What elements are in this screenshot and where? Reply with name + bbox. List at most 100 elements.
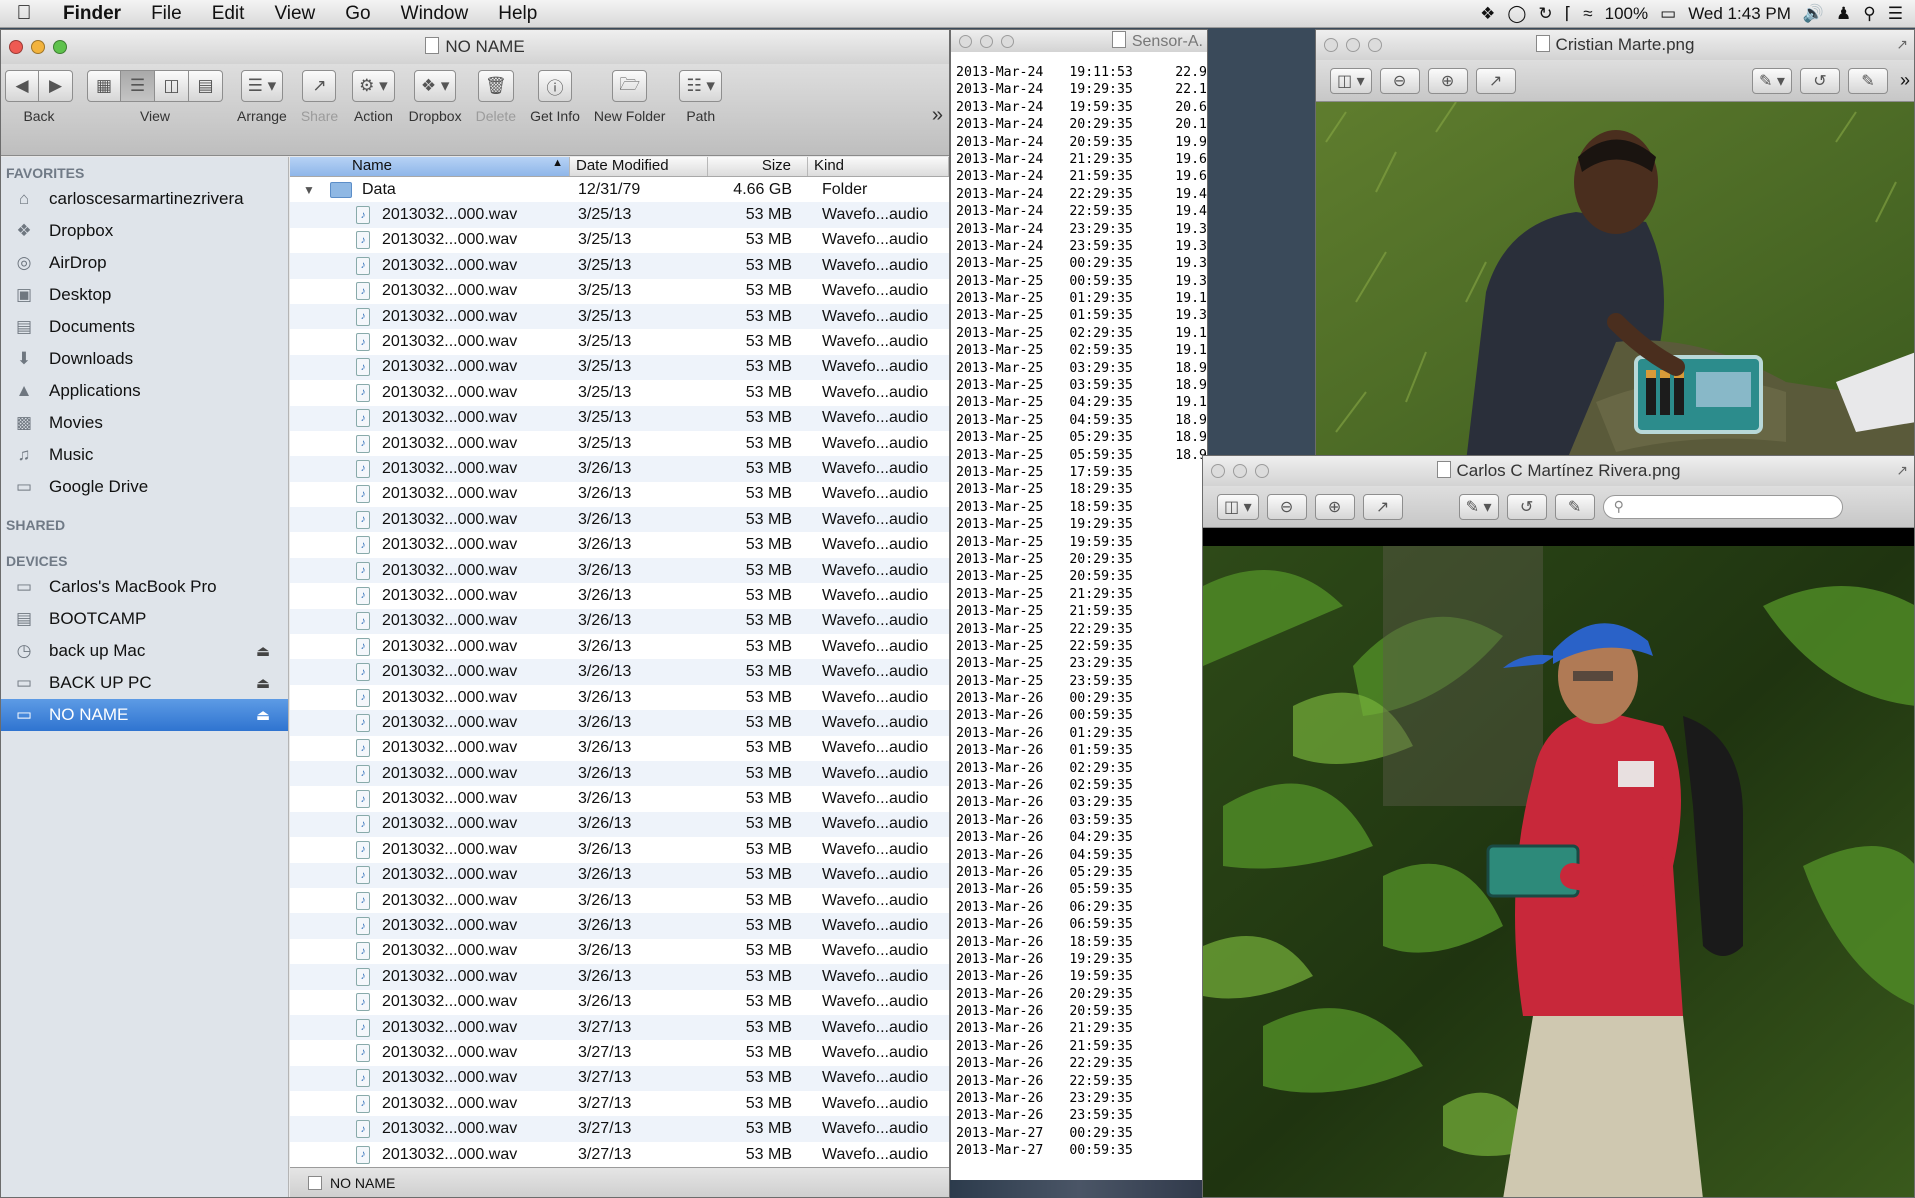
share-button[interactable]: ↗ [1475,67,1516,94]
menu-help[interactable]: Help [483,3,552,25]
dropbox-status-icon[interactable]: ❖ [1480,4,1495,24]
table-row[interactable]: ♪ 2013032...000.wav 3/26/13 53 MB Wavefo...a… [290,482,949,507]
menu-window[interactable]: Window [386,3,484,25]
menu-view[interactable]: View [259,3,330,25]
back-button[interactable]: ◀ [5,70,39,102]
column-header-size[interactable]: Size [708,157,808,176]
preview-titlebar[interactable]: Carlos C Martínez Rivera.png ↗ [1203,456,1914,486]
table-row[interactable]: ♪ 2013032...000.wav 3/26/13 53 MB Wavefo...a… [290,736,949,761]
column-header-kind[interactable]: Kind [808,157,949,176]
table-row[interactable]: ♪ 2013032...000.wav 3/27/13 53 MB Wavefo...a… [290,1091,949,1116]
list-view-button[interactable]: ☰ [121,70,155,102]
new-folder-button[interactable]: 🗁 [612,70,648,102]
apple-menu-icon[interactable]:  [0,2,48,25]
sidebar-item-downloads[interactable]: ⬇ Downloads [1,343,288,375]
menu-edit[interactable]: Edit [197,3,260,25]
coverflow-view-button[interactable]: ▤ [189,70,223,102]
zoom-out-button[interactable]: ⊖ [1266,493,1307,520]
sidebar-item-documents[interactable]: ▤ Documents [1,311,288,343]
minimize-button[interactable] [31,40,45,54]
forward-button[interactable]: ▶ [39,70,73,102]
table-row[interactable]: ♪ 2013032...000.wav 3/26/13 53 MB Wavefo...a… [290,811,949,838]
table-row[interactable]: ♪ 2013032...000.wav 3/26/13 53 MB Wavefo...a… [290,888,949,913]
column-header-name[interactable]: Name ▲ [290,157,570,176]
minimize-button[interactable] [1233,464,1247,478]
menu-go[interactable]: Go [330,3,385,25]
sensor-log-text[interactable]: 2013-Mar-24 19:11:53 22.9 2013-Mar-24 19:29:… [956,64,1207,1160]
table-row[interactable]: ♪ 2013032...000.wav 3/26/13 53 MB Wavefo...a… [290,990,949,1015]
edit-button[interactable]: ✎ [1847,67,1888,94]
table-row[interactable]: ♪ 2013032...000.wav 3/26/13 53 MB Wavefo...a… [290,557,949,584]
table-row[interactable]: ♪ 2013032...000.wav 3/26/13 53 MB Wavefo...a… [290,685,949,710]
fullscreen-icon[interactable]: ↗ [1896,462,1908,479]
table-row[interactable]: ♪ 2013032...000.wav 3/26/13 53 MB Wavefo...a… [290,532,949,557]
disclosure-triangle-icon[interactable]: ▼ [300,183,318,197]
minimize-button[interactable] [1346,38,1360,52]
table-row[interactable]: ♪ 2013032...000.wav 3/26/13 53 MB Wavefo...a… [290,659,949,685]
table-row[interactable]: ♪ 2013032...000.wav 3/25/13 53 MB Wavefo...a… [290,431,949,456]
action-button[interactable]: ⚙ ▾ [352,70,395,102]
sidebar-item-airdrop[interactable]: ◎ AirDrop [1,247,288,279]
table-row[interactable]: ♪ 2013032...000.wav 3/27/13 53 MB Wavefo...a… [290,1065,949,1092]
delete-button[interactable]: 🗑 [478,70,514,102]
table-row[interactable]: ♪ 2013032...000.wav 3/27/13 53 MB Wavefo...a… [290,1116,949,1142]
edit-button[interactable]: ✎ [1554,493,1595,520]
table-row[interactable]: ♪ 2013032...000.wav 3/25/13 53 MB Wavefo...a… [290,405,949,431]
icon-view-button[interactable]: ▦ [87,70,121,102]
get-info-button[interactable]: ⓘ [537,70,572,102]
table-row[interactable]: ♪ 2013032...000.wav 3/27/13 53 MB Wavefo...a… [290,1142,949,1167]
table-row[interactable]: ♪ 2013032...000.wav 3/26/13 53 MB Wavefo...a… [290,760,949,787]
search-field[interactable]: ⚲ [1602,494,1843,519]
table-row[interactable]: ♪ 2013032...000.wav 3/26/13 53 MB Wavefo...a… [290,710,949,736]
close-button[interactable] [1324,38,1338,52]
sidebar-item-macbook-pro[interactable]: ▭ Carlos's MacBook Pro [1,571,288,603]
folder-row[interactable]: ▼ Data 12/31/79 4.66 GB Folder [290,177,949,202]
dropbox-button[interactable]: ❖ ▾ [413,70,457,102]
sidebar-item-desktop[interactable]: ▣ Desktop [1,279,288,311]
close-button[interactable] [9,40,23,54]
column-view-button[interactable]: ◫ [155,70,189,102]
zoom-button[interactable] [1368,38,1382,52]
zoom-out-button[interactable]: ⊖ [1379,67,1420,94]
table-row[interactable]: ♪ 2013032...000.wav 3/26/13 53 MB Wavefo...a… [290,913,949,939]
battery-percent[interactable]: 100% [1605,4,1648,24]
fullscreen-icon[interactable]: ↗ [1896,36,1908,53]
table-row[interactable]: ♪ 2013032...000.wav 3/26/13 53 MB Wavefo...a… [290,634,949,659]
table-row[interactable]: ♪ 2013032...000.wav 3/25/13 53 MB Wavefo...a… [290,354,949,381]
sidebar-toggle-button[interactable]: ◫ ▾ [1217,493,1259,520]
menu-app-finder[interactable]: Finder [48,3,136,25]
sync-status-icon[interactable]: ◯ [1507,4,1526,24]
table-row[interactable]: ♪ 2013032...000.wav 3/27/13 53 MB Wavefo...a… [290,1014,949,1041]
sidebar-item-home[interactable]: ⌂ carloscesarmartinezrivera [1,183,288,215]
sidebar-item-google-drive[interactable]: ▭ Google Drive [1,471,288,503]
share-button[interactable]: ↗ [1362,493,1403,520]
wifi-icon[interactable]: ≈ [1583,4,1592,24]
zoom-button[interactable] [1255,464,1269,478]
volume-icon[interactable]: 🔊 [1803,4,1824,24]
table-row[interactable]: ♪ 2013032...000.wav 3/25/13 53 MB Wavefo...a… [290,303,949,330]
table-row[interactable]: ♪ 2013032...000.wav 3/26/13 53 MB Wavefo...a… [290,608,949,635]
sidebar-item-bootcamp[interactable]: ▤ BOOTCAMP [1,603,288,635]
zoom-in-button[interactable]: ⊕ [1314,493,1355,520]
table-row[interactable]: ♪ 2013032...000.wav 3/26/13 53 MB Wavefo...a… [290,507,949,533]
minimize-button[interactable] [980,34,993,48]
zoom-button[interactable] [53,40,67,54]
table-row[interactable]: ♪ 2013032...000.wav 3/26/13 53 MB Wavefo...a… [290,939,949,964]
sidebar-item-applications[interactable]: ▲ Applications [1,375,288,407]
battery-icon[interactable]: ▭ [1660,4,1676,24]
arrange-button[interactable]: ☰ ▾ [240,70,284,102]
sidebar-item-movies[interactable]: ▩ Movies [1,407,288,439]
sidebar-item-back-up-pc[interactable]: ▭ BACK UP PC ⏏ [1,667,288,699]
table-row[interactable]: ♪ 2013032...000.wav 3/26/13 53 MB Wavefo...a… [290,837,949,862]
notification-center-icon[interactable]: ☰ [1888,4,1903,24]
rotate-button[interactable]: ↺ [1799,67,1840,94]
bluetooth-icon[interactable]: ⌈ [1565,4,1572,24]
table-row[interactable]: ♪ 2013032...000.wav 3/27/13 53 MB Wavefo...a… [290,1040,949,1065]
sidebar-item-dropbox[interactable]: ❖ Dropbox [1,215,288,247]
sidebar-item-back-up-mac[interactable]: ◷ back up Mac ⏏ [1,635,288,667]
path-button[interactable]: ☷ ▾ [679,70,722,102]
table-row[interactable]: ♪ 2013032...000.wav 3/26/13 53 MB Wavefo...a… [290,786,949,811]
user-icon[interactable]: ♟ [1836,4,1851,24]
spotlight-search-icon[interactable]: ⚲ [1863,4,1875,24]
time-machine-icon[interactable]: ↻ [1538,4,1552,24]
